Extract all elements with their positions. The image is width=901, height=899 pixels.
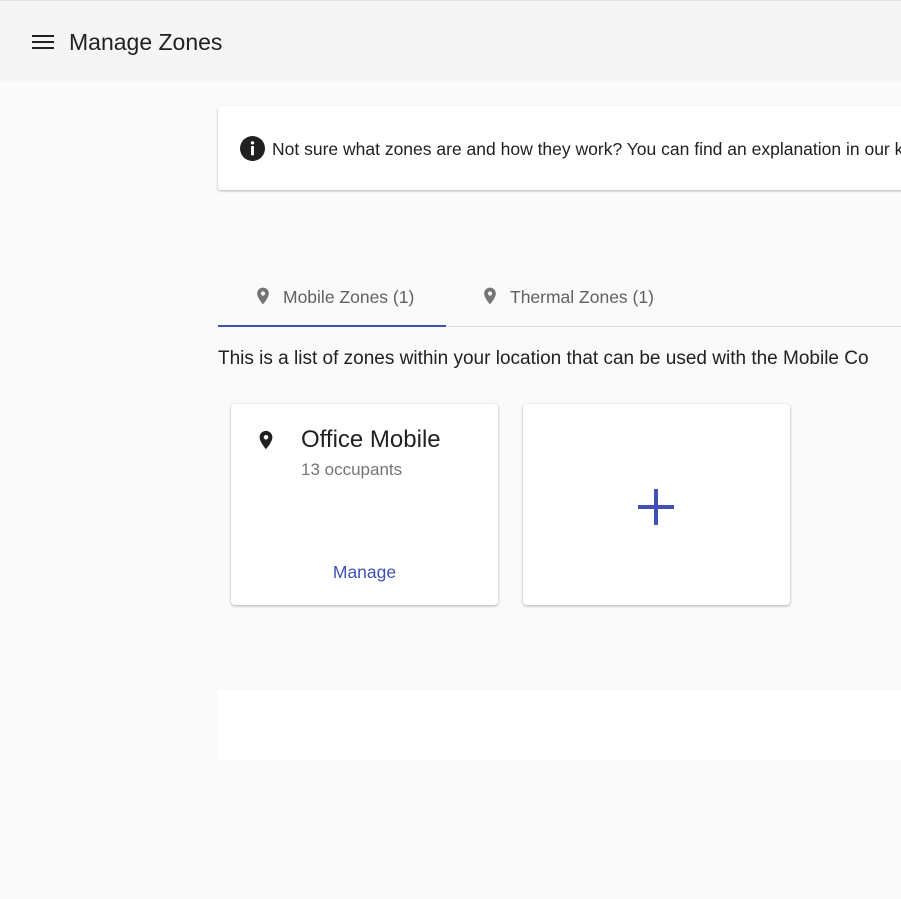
zone-occupants: 13 occupants [301,460,403,479]
zone-name: Office Mobile [301,426,441,453]
tab-mobile-zones[interactable]: Mobile Zones (1) [218,268,446,326]
page-title: Manage Zones [69,29,223,55]
info-banner: Not sure what zones are and how they wor… [218,106,901,190]
location-pin-icon [484,287,496,305]
tab-label: Thermal Zones (1) [510,287,654,307]
hamburger-menu-icon[interactable] [28,27,58,57]
info-banner-text: Not sure what zones are and how they wor… [272,139,901,159]
tab-label: Mobile Zones (1) [283,287,415,307]
add-zone-button[interactable] [523,404,790,605]
manage-zone-button[interactable]: Manage [231,554,498,590]
bottom-panel [218,690,901,760]
location-pin-icon [259,430,273,450]
plus-icon [638,489,674,525]
zones-description: This is a list of zones within your loca… [218,348,869,369]
location-pin-icon [257,287,269,305]
info-icon [240,136,265,161]
app-header: Manage Zones [0,0,901,81]
active-tab-indicator [218,325,446,327]
tab-thermal-zones[interactable]: Thermal Zones (1) [446,268,686,326]
zone-card: Office Mobile 13 occupants Manage [231,404,498,605]
zone-tabs: Mobile Zones (1) Thermal Zones (1) [218,268,901,327]
